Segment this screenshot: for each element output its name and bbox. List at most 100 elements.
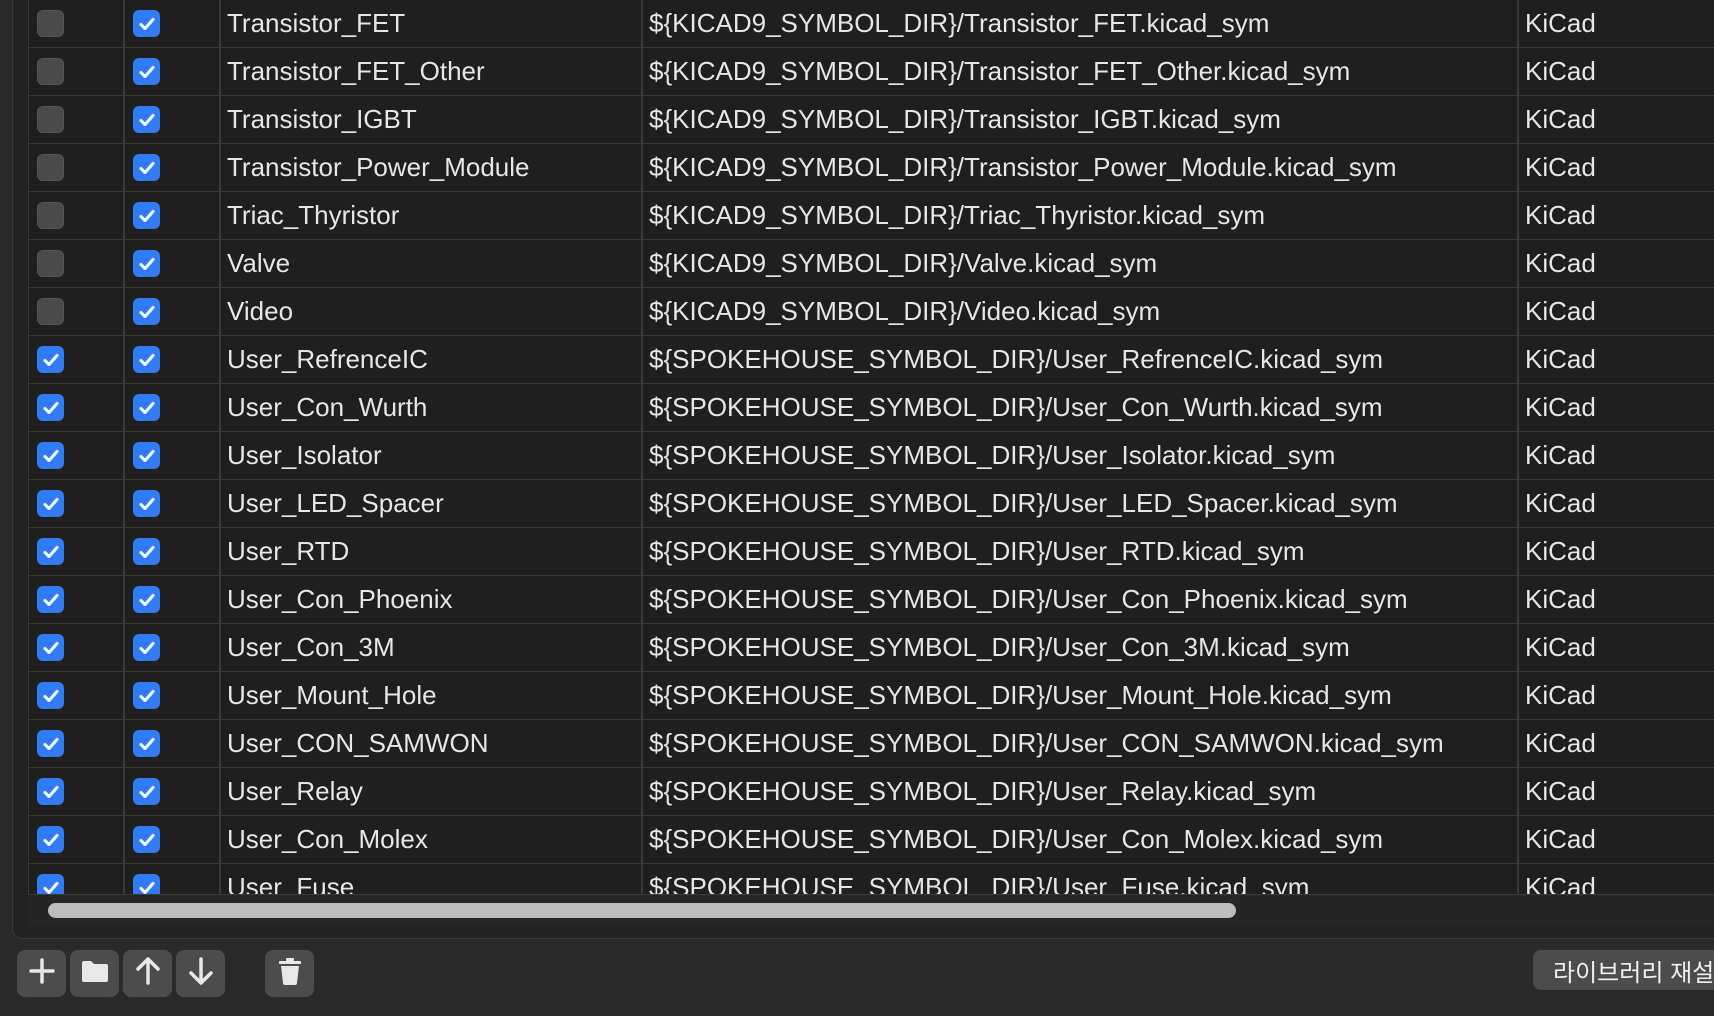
active-checkbox[interactable] <box>37 298 64 325</box>
visible-cell[interactable] <box>125 480 221 527</box>
active-cell[interactable] <box>29 576 125 623</box>
nickname-cell[interactable]: User_Con_3M <box>221 624 643 671</box>
visible-cell[interactable] <box>125 240 221 287</box>
visible-cell[interactable] <box>125 384 221 431</box>
table-row[interactable]: Valve ${KICAD9_SYMBOL_DIR}/Valve.kicad_sy… <box>29 240 1714 289</box>
nickname-cell[interactable]: Transistor_FET <box>221 0 643 47</box>
active-checkbox[interactable] <box>37 826 64 853</box>
visible-checkbox[interactable] <box>133 298 160 325</box>
active-checkbox[interactable] <box>37 250 64 277</box>
table-row[interactable]: Triac_Thyristor ${KICAD9_SYMBOL_DIR}/Tria… <box>29 192 1714 241</box>
visible-cell[interactable] <box>125 144 221 191</box>
library-path-cell[interactable]: ${SPOKEHOUSE_SYMBOL_DIR}/User_Con_Phoeni… <box>643 576 1519 623</box>
table-row[interactable]: User_Con_Wurth ${SPOKEHOUSE_SYMBOL_DIR}/U… <box>29 384 1714 433</box>
visible-checkbox[interactable] <box>133 250 160 277</box>
table-row[interactable]: User_RTD ${SPOKEHOUSE_SYMBOL_DIR}/User_RT… <box>29 528 1714 577</box>
active-cell[interactable] <box>29 144 125 191</box>
nickname-cell[interactable]: User_RTD <box>221 528 643 575</box>
library-path-cell[interactable]: ${SPOKEHOUSE_SYMBOL_DIR}/User_Relay.kica… <box>643 768 1519 815</box>
library-format-cell[interactable]: KiCad <box>1519 720 1714 767</box>
active-cell[interactable] <box>29 480 125 527</box>
visible-checkbox[interactable] <box>133 634 160 661</box>
active-checkbox[interactable] <box>37 586 64 613</box>
active-cell[interactable] <box>29 240 125 287</box>
active-cell[interactable] <box>29 672 125 719</box>
library-path-cell[interactable]: ${KICAD9_SYMBOL_DIR}/Transistor_FET.kica… <box>643 0 1519 47</box>
library-format-cell[interactable]: KiCad <box>1519 576 1714 623</box>
move-down-button[interactable] <box>176 950 225 997</box>
visible-cell[interactable] <box>125 96 221 143</box>
browse-folder-button[interactable] <box>70 950 119 997</box>
library-path-cell[interactable]: ${SPOKEHOUSE_SYMBOL_DIR}/User_Con_Wurth.… <box>643 384 1519 431</box>
visible-cell[interactable] <box>125 432 221 479</box>
library-path-cell[interactable]: ${SPOKEHOUSE_SYMBOL_DIR}/User_LED_Spacer… <box>643 480 1519 527</box>
library-path-cell[interactable]: ${KICAD9_SYMBOL_DIR}/Transistor_FET_Othe… <box>643 48 1519 95</box>
active-checkbox[interactable] <box>37 10 64 37</box>
library-format-cell[interactable]: KiCad <box>1519 768 1714 815</box>
library-format-cell[interactable]: KiCad <box>1519 384 1714 431</box>
table-row[interactable]: User_Relay ${SPOKEHOUSE_SYMBOL_DIR}/User_… <box>29 768 1714 817</box>
table-row[interactable]: User_RefrenceIC ${SPOKEHOUSE_SYMBOL_DIR}/… <box>29 336 1714 385</box>
visible-checkbox[interactable] <box>133 586 160 613</box>
library-path-cell[interactable]: ${SPOKEHOUSE_SYMBOL_DIR}/User_Mount_Hole… <box>643 672 1519 719</box>
library-path-cell[interactable]: ${KICAD9_SYMBOL_DIR}/Valve.kicad_sym <box>643 240 1519 287</box>
library-format-cell[interactable]: KiCad <box>1519 288 1714 335</box>
library-format-cell[interactable]: KiCad <box>1519 48 1714 95</box>
active-cell[interactable] <box>29 96 125 143</box>
active-checkbox[interactable] <box>37 154 64 181</box>
table-row[interactable]: User_Con_3M ${SPOKEHOUSE_SYMBOL_DIR}/User… <box>29 624 1714 673</box>
library-path-cell[interactable]: ${SPOKEHOUSE_SYMBOL_DIR}/User_CON_SAMWON… <box>643 720 1519 767</box>
active-checkbox[interactable] <box>37 874 64 894</box>
visible-cell[interactable] <box>125 0 221 47</box>
nickname-cell[interactable]: Transistor_FET_Other <box>221 48 643 95</box>
library-format-cell[interactable]: KiCad <box>1519 144 1714 191</box>
library-format-cell[interactable]: KiCad <box>1519 816 1714 863</box>
library-format-cell[interactable]: KiCad <box>1519 528 1714 575</box>
active-cell[interactable] <box>29 816 125 863</box>
nickname-cell[interactable]: User_Fuse <box>221 864 643 894</box>
nickname-cell[interactable]: User_Con_Wurth <box>221 384 643 431</box>
visible-checkbox[interactable] <box>133 826 160 853</box>
add-row-button[interactable] <box>17 950 66 997</box>
active-checkbox[interactable] <box>37 394 64 421</box>
nickname-cell[interactable]: User_LED_Spacer <box>221 480 643 527</box>
library-format-cell[interactable]: KiCad <box>1519 672 1714 719</box>
library-path-cell[interactable]: ${SPOKEHOUSE_SYMBOL_DIR}/User_Con_3M.kic… <box>643 624 1519 671</box>
active-checkbox[interactable] <box>37 634 64 661</box>
scrollbar-thumb[interactable] <box>48 903 1236 918</box>
nickname-cell[interactable]: User_Con_Phoenix <box>221 576 643 623</box>
active-cell[interactable] <box>29 720 125 767</box>
visible-cell[interactable] <box>125 192 221 239</box>
library-format-cell[interactable]: KiCad <box>1519 432 1714 479</box>
active-checkbox[interactable] <box>37 778 64 805</box>
library-path-cell[interactable]: ${SPOKEHOUSE_SYMBOL_DIR}/User_Isolator.k… <box>643 432 1519 479</box>
active-cell[interactable] <box>29 192 125 239</box>
nickname-cell[interactable]: Valve <box>221 240 643 287</box>
library-format-cell[interactable]: KiCad <box>1519 96 1714 143</box>
nickname-cell[interactable]: User_Con_Molex <box>221 816 643 863</box>
reset-library-button[interactable]: 라이브러리 재설정 <box>1533 950 1714 990</box>
visible-checkbox[interactable] <box>133 202 160 229</box>
visible-cell[interactable] <box>125 576 221 623</box>
visible-checkbox[interactable] <box>133 730 160 757</box>
table-row[interactable]: User_Isolator ${SPOKEHOUSE_SYMBOL_DIR}/Us… <box>29 432 1714 481</box>
visible-cell[interactable] <box>125 864 221 894</box>
visible-cell[interactable] <box>125 528 221 575</box>
library-format-cell[interactable]: KiCad <box>1519 336 1714 383</box>
active-cell[interactable] <box>29 528 125 575</box>
visible-checkbox[interactable] <box>133 778 160 805</box>
visible-cell[interactable] <box>125 720 221 767</box>
library-format-cell[interactable]: KiCad <box>1519 864 1714 894</box>
nickname-cell[interactable]: User_Mount_Hole <box>221 672 643 719</box>
table-row[interactable]: Transistor_FET_Other ${KICAD9_SYMBOL_DIR}… <box>29 48 1714 97</box>
visible-checkbox[interactable] <box>133 682 160 709</box>
active-checkbox[interactable] <box>37 730 64 757</box>
visible-checkbox[interactable] <box>133 106 160 133</box>
active-cell[interactable] <box>29 864 125 894</box>
table-row[interactable]: User_Con_Phoenix ${SPOKEHOUSE_SYMBOL_DIR}… <box>29 576 1714 625</box>
library-path-cell[interactable]: ${SPOKEHOUSE_SYMBOL_DIR}/User_RefrenceIC… <box>643 336 1519 383</box>
active-checkbox[interactable] <box>37 202 64 229</box>
library-path-cell[interactable]: ${KICAD9_SYMBOL_DIR}/Triac_Thyristor.kic… <box>643 192 1519 239</box>
active-cell[interactable] <box>29 336 125 383</box>
table-row[interactable]: Transistor_Power_Module ${KICAD9_SYMBOL_D… <box>29 144 1714 193</box>
